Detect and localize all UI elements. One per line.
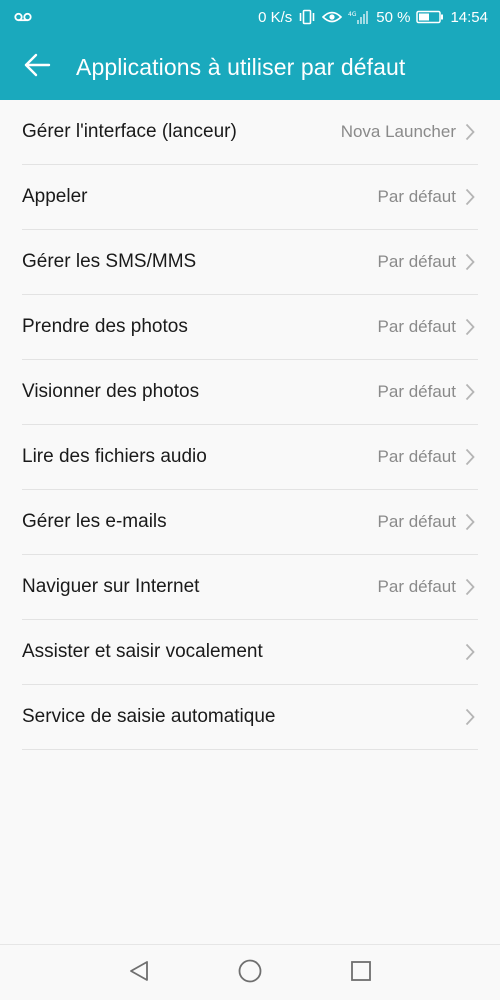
vibrate-icon	[298, 9, 316, 25]
chevron-right-icon	[464, 383, 476, 401]
chevron-right-icon	[464, 513, 476, 531]
row-label: Lire des fichiers audio	[22, 446, 207, 467]
settings-row-launcher[interactable]: Gérer l'interface (lanceur) Nova Launche…	[22, 100, 478, 165]
settings-row-browser[interactable]: Naviguer sur Internet Par défaut	[22, 555, 478, 620]
back-triangle-icon	[128, 960, 150, 987]
row-label: Visionner des photos	[22, 381, 200, 402]
app-bar: Applications à utiliser par défaut	[0, 34, 500, 100]
chevron-right-icon	[464, 708, 476, 726]
recents-square-icon	[350, 960, 372, 987]
settings-list: Gérer l'interface (lanceur) Nova Launche…	[22, 100, 478, 750]
chevron-right-icon	[464, 123, 476, 141]
header: 0 K/s 4G 50 % 14:54 Applications à utili…	[0, 0, 500, 100]
row-value: Par défaut	[377, 577, 456, 596]
chevron-right-icon	[464, 578, 476, 596]
row-value: Par défaut	[377, 447, 456, 466]
settings-row-voice-assist[interactable]: Assister et saisir vocalement	[22, 620, 478, 685]
row-label: Gérer les e-mails	[22, 511, 167, 532]
network-speed: 0 K/s	[258, 8, 293, 26]
chevron-right-icon	[464, 318, 476, 336]
arrow-back-icon	[23, 53, 51, 82]
home-circle-icon	[237, 958, 263, 989]
back-button[interactable]	[0, 34, 76, 100]
settings-row-sms[interactable]: Gérer les SMS/MMS Par défaut	[22, 230, 478, 295]
settings-row-call[interactable]: Appeler Par défaut	[22, 165, 478, 230]
chevron-right-icon	[464, 188, 476, 206]
voicemail-icon	[14, 11, 32, 23]
page-title: Applications à utiliser par défaut	[76, 53, 406, 80]
row-label: Naviguer sur Internet	[22, 576, 200, 597]
settings-row-gallery[interactable]: Visionner des photos Par défaut	[22, 360, 478, 425]
settings-row-music[interactable]: Lire des fichiers audio Par défaut	[22, 425, 478, 490]
row-label: Gérer les SMS/MMS	[22, 251, 197, 272]
eye-icon	[322, 10, 343, 24]
row-value: Par défaut	[377, 252, 456, 271]
status-bar: 0 K/s 4G 50 % 14:54	[0, 0, 500, 34]
row-label: Service de saisie automatique	[22, 706, 276, 727]
row-value: Par défaut	[377, 382, 456, 401]
row-value: Par défaut	[377, 512, 456, 531]
settings-row-autofill[interactable]: Service de saisie automatique	[22, 685, 478, 750]
battery-percent: 50 %	[376, 8, 411, 26]
row-label: Gérer l'interface (lanceur)	[22, 121, 237, 142]
chevron-right-icon	[464, 448, 476, 466]
row-value: Par défaut	[377, 317, 456, 336]
settings-row-email[interactable]: Gérer les e-mails Par défaut	[22, 490, 478, 555]
svg-text:4G: 4G	[348, 11, 357, 18]
nav-recents-button[interactable]	[347, 959, 375, 987]
nav-home-button[interactable]	[236, 959, 264, 987]
row-value: Par défaut	[377, 187, 456, 206]
navigation-bar	[0, 944, 500, 1000]
row-label: Appeler	[22, 186, 88, 207]
row-label: Prendre des photos	[22, 316, 188, 337]
settings-row-camera[interactable]: Prendre des photos Par défaut	[22, 295, 478, 360]
row-label: Assister et saisir vocalement	[22, 641, 263, 662]
battery-icon	[416, 10, 444, 24]
chevron-right-icon	[464, 253, 476, 271]
nav-back-button[interactable]	[125, 959, 153, 987]
clock: 14:54	[450, 8, 488, 26]
row-value: Nova Launcher	[340, 122, 456, 141]
chevron-right-icon	[464, 643, 476, 661]
signal-icon: 4G	[348, 10, 370, 24]
